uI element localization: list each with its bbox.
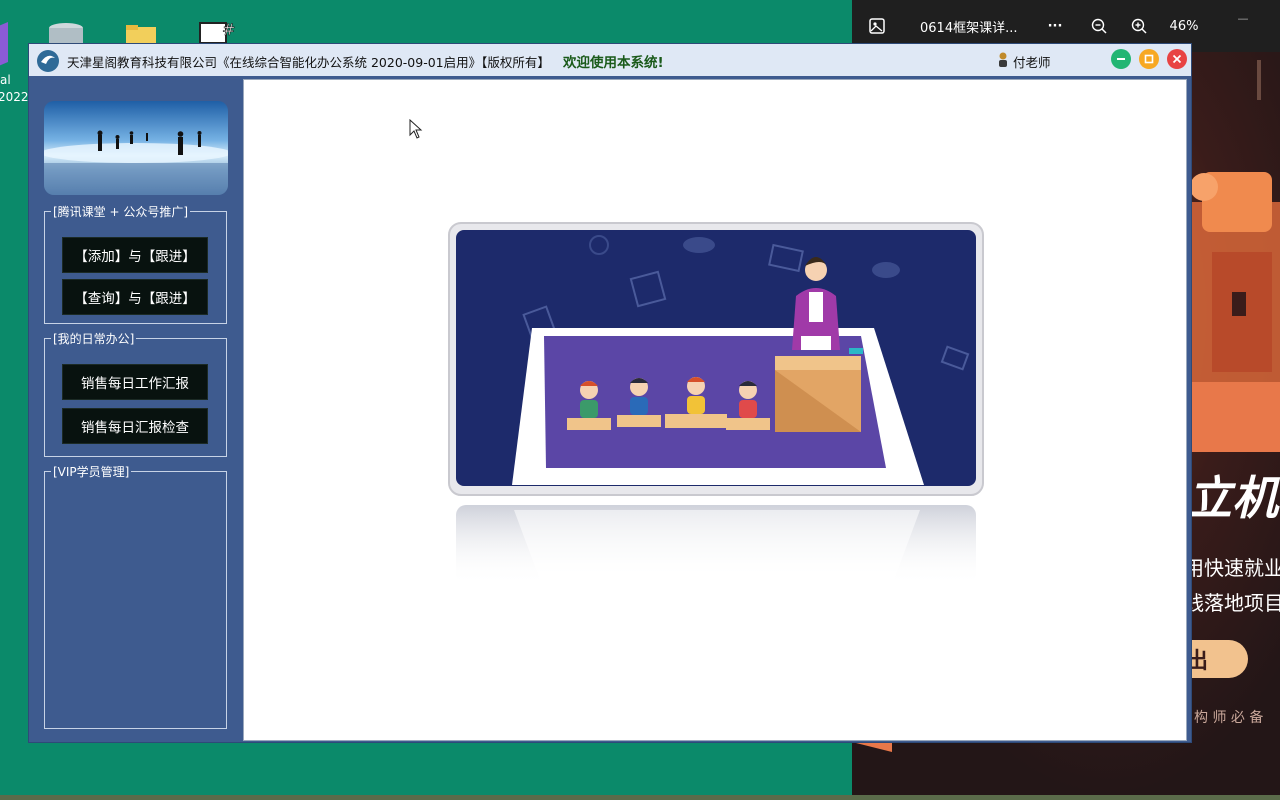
- promo-headline: 立机: [1186, 471, 1278, 525]
- promo-footer: 构 师 必 备: [1194, 710, 1264, 726]
- taskbar-edge: [0, 795, 1280, 800]
- desktop-icon-label: 2022: [0, 90, 29, 104]
- svg-text:#: #: [222, 20, 235, 39]
- user-name: 付老师: [1013, 55, 1051, 70]
- promo-line-1: 用快速就业: [1184, 556, 1280, 580]
- daily-sales-report-button[interactable]: 销售每日工作汇报: [62, 364, 208, 400]
- title-bar: 天津星阁教育科技有限公司《在线综合智能化办公系统 2020-09-01启用》【版…: [29, 44, 1191, 76]
- close-window-button[interactable]: [1167, 49, 1187, 69]
- query-and-follow-button[interactable]: 【查询】与【跟进】: [62, 279, 208, 315]
- group-daily-office: [我的日常办公] 销售每日工作汇报 销售每日汇报检查: [44, 330, 227, 457]
- welcome-message: 欢迎使用本系统!: [563, 55, 664, 71]
- minimize-button[interactable]: —: [1232, 0, 1254, 44]
- group-daily-office-title: [我的日常办公]: [53, 332, 135, 346]
- user-icon: [997, 52, 1009, 71]
- add-and-follow-button[interactable]: 【添加】与【跟进】: [62, 237, 208, 273]
- database-icon[interactable]: [48, 22, 84, 44]
- sidebar-banner-image: [44, 101, 228, 195]
- group-vip-students: [VIP学员管理]: [44, 463, 227, 729]
- window-title: 天津星阁教育科技有限公司《在线综合智能化办公系统 2020-09-01启用》【版…: [67, 55, 550, 70]
- mouse-cursor-icon: [409, 119, 423, 139]
- main-content-area: [243, 79, 1187, 741]
- desktop-app-icon[interactable]: [0, 22, 14, 68]
- app-logo-icon: [37, 50, 59, 72]
- group-promotion: [腾讯课堂 + 公众号推广] 【添加】与【跟进】 【查询】与【跟进】: [44, 203, 227, 324]
- group-promotion-title: [腾讯课堂 + 公众号推广]: [53, 205, 189, 219]
- group-vip-students-title: [VIP学员管理]: [53, 465, 130, 479]
- desktop-icon-label: al: [0, 73, 11, 87]
- minimize-window-button[interactable]: [1111, 49, 1131, 69]
- promo-line-2: 践落地项目: [1184, 591, 1280, 615]
- classroom-illustration: [448, 222, 984, 585]
- sidebar: [腾讯课堂 + 公众号推广] 【添加】与【跟进】 【查询】与【跟进】 [我的日常…: [29, 76, 241, 742]
- daily-report-check-button[interactable]: 销售每日汇报检查: [62, 408, 208, 444]
- maximize-window-button[interactable]: [1139, 49, 1159, 69]
- csharp-file-icon[interactable]: #: [198, 19, 244, 44]
- current-user: 付老师: [997, 52, 1051, 71]
- office-system-window: 天津星阁教育科技有限公司《在线综合智能化办公系统 2020-09-01启用》【版…: [28, 43, 1192, 743]
- folder-icon[interactable]: [126, 25, 158, 43]
